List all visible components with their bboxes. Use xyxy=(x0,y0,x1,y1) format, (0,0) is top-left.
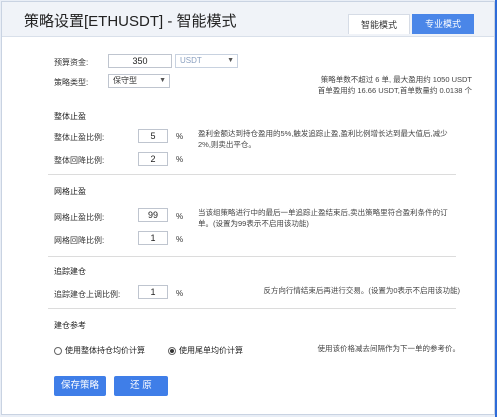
chevron-down-icon: ▼ xyxy=(227,57,234,64)
reset-button[interactable]: 还 原 xyxy=(114,376,168,396)
radio-avg-price-label: 使用整体持仓均价计算 xyxy=(65,346,145,355)
info-line-1: 策略单数不超过 6 单, 最大盈用约 1050 USDT xyxy=(320,75,472,84)
tab-pro-mode[interactable]: 专业模式 xyxy=(412,14,474,34)
overall-tp-desc: 盈利金额达到持仓盈用的5%,触发追踪止盈,盈利比例增长达到最大值后,减少2%,则… xyxy=(198,129,448,149)
strategy-info: 策略单数不超过 6 单, 最大盈用约 1050 USDT 首单盈用约 16.66… xyxy=(292,74,472,96)
overall-pullback-label: 整体回降比例: xyxy=(54,156,105,165)
strategy-settings-dialog: 策略设置[ETHUSDT] - 智能模式 智能模式 专业模式 预算资金: 350… xyxy=(1,1,495,415)
overall-pullback-unit: % xyxy=(176,155,184,164)
grid-tp-ratio-label: 网格止盈比例: xyxy=(54,213,105,222)
radio-avg-price[interactable]: 使用整体持仓均价计算 xyxy=(54,345,145,356)
currency-select[interactable]: USDT ▼ xyxy=(175,54,238,68)
strategy-type-select[interactable]: 保守型 ▼ xyxy=(108,74,170,88)
overall-tp-ratio-label: 整体止盈比例: xyxy=(54,133,105,142)
grid-pullback-unit: % xyxy=(176,235,184,244)
radio-circle-icon xyxy=(54,346,62,355)
info-line-2: 首单盈用约 16.66 USDT,首单数量约 0.0138 个 xyxy=(317,86,472,95)
currency-value: USDT xyxy=(180,56,202,65)
section-reference: 建仓参考 xyxy=(54,321,86,330)
trail-add-unit: % xyxy=(176,289,184,298)
divider xyxy=(48,308,456,309)
section-grid-tp: 网格止盈 xyxy=(54,187,86,196)
divider xyxy=(48,256,456,257)
grid-tp-desc: 当该组策略进行中的最后一单追踪止盈结束后,卖出策略里符合盈利条件的订单。(设置为… xyxy=(198,208,448,228)
dialog-title: 策略设置[ETHUSDT] - 智能模式 xyxy=(24,13,237,30)
trail-add-desc: 反方向行情结束后再进行交易。(设置为0表示不启用该功能) xyxy=(263,286,460,295)
grid-tp-ratio-unit: % xyxy=(176,212,184,221)
budget-input[interactable]: 350 xyxy=(108,54,172,68)
overall-tp-ratio-input[interactable]: 5 xyxy=(138,129,168,143)
trail-add-label: 追踪建仓上调比例: xyxy=(54,290,121,299)
chevron-down-icon: ▼ xyxy=(159,77,166,84)
radio-tail-price[interactable]: 使用尾单均价计算 xyxy=(168,345,243,356)
grid-pullback-label: 网格回降比例: xyxy=(54,236,105,245)
tab-smart-mode[interactable]: 智能模式 xyxy=(348,14,410,34)
overall-tp-ratio-unit: % xyxy=(176,132,184,141)
reference-desc: 使用该价格减去间隔作为下一单的参考价。 xyxy=(317,344,461,353)
strategy-type-value: 保守型 xyxy=(113,76,137,85)
save-strategy-button[interactable]: 保存策略 xyxy=(54,376,106,396)
grid-pullback-input[interactable]: 1 xyxy=(138,231,168,245)
strategy-type-label: 策略类型: xyxy=(54,78,89,87)
divider xyxy=(48,174,456,175)
section-overall-tp: 整体止盈 xyxy=(54,112,86,121)
radio-tail-price-label: 使用尾单均价计算 xyxy=(179,346,243,355)
budget-label: 预算资金: xyxy=(54,58,89,67)
section-trail-add: 追踪建仓 xyxy=(54,267,86,276)
grid-tp-ratio-input[interactable]: 99 xyxy=(138,208,168,222)
radio-selected-icon xyxy=(168,346,176,355)
trail-add-input[interactable]: 1 xyxy=(138,285,168,299)
title-bar: 策略设置[ETHUSDT] - 智能模式 智能模式 专业模式 xyxy=(2,2,494,37)
overall-pullback-input[interactable]: 2 xyxy=(138,152,168,166)
